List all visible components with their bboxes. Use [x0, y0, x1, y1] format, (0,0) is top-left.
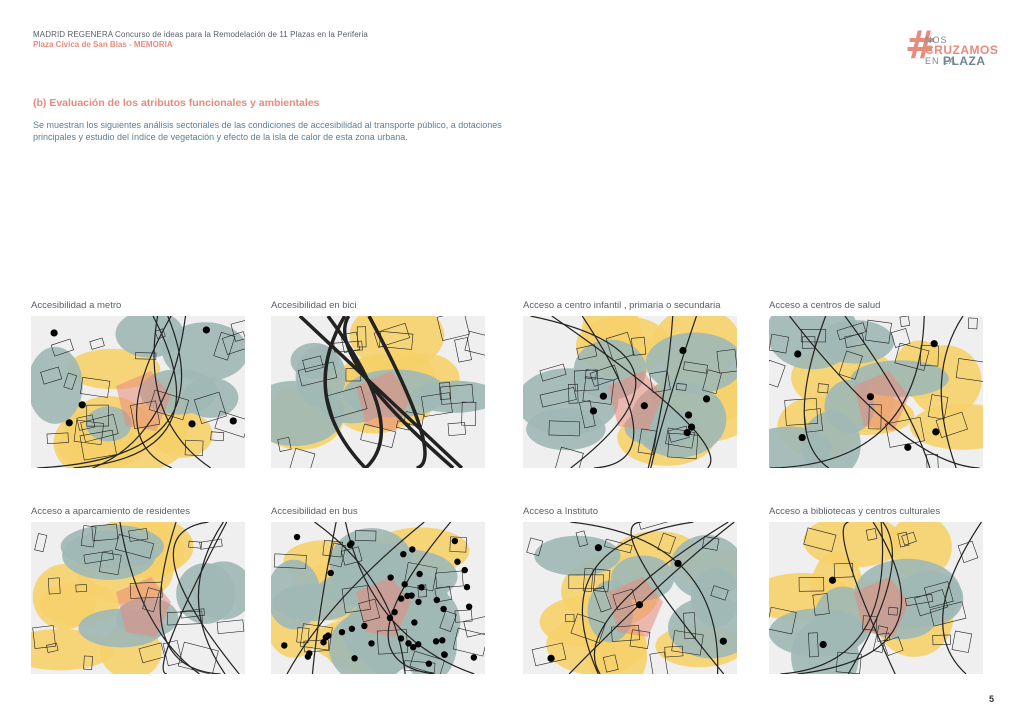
facility-dot — [819, 640, 827, 649]
facility-dot — [322, 634, 329, 641]
facility-dot — [425, 660, 433, 667]
map-label: Acceso a bibliotecas y centros culturale… — [769, 506, 941, 517]
facility-dot — [798, 433, 806, 442]
facility-dot — [719, 637, 727, 645]
facility-dot — [635, 601, 644, 609]
map-image — [271, 316, 485, 468]
facility-dot — [684, 411, 693, 419]
map-image — [271, 522, 485, 674]
facility-dot — [594, 544, 602, 552]
map-label: Acceso a centro infantil , primaria o se… — [523, 300, 721, 311]
facility-dot — [440, 605, 447, 613]
facility-dot — [293, 533, 301, 541]
facility-dot — [281, 642, 288, 649]
map-label: Accesibilidad a metro — [31, 300, 122, 311]
facility-dot — [828, 576, 837, 584]
map-image — [769, 316, 983, 468]
facility-dot — [640, 402, 648, 410]
facility-dot — [404, 592, 411, 600]
facility-dot — [454, 558, 461, 565]
facility-dot — [451, 537, 459, 545]
zone-teal — [534, 535, 621, 576]
map-image — [31, 316, 245, 468]
facility-dot — [465, 603, 473, 610]
facility-dot — [418, 584, 425, 591]
facility-dot — [409, 644, 417, 651]
facility-dot — [463, 583, 471, 591]
facility-dot — [904, 443, 912, 451]
facility-dot — [599, 392, 608, 400]
facility-dot — [304, 653, 312, 660]
facility-dot — [433, 596, 441, 604]
facility-dot — [391, 608, 398, 616]
facility-dot — [229, 417, 237, 425]
facility-dot — [397, 635, 405, 642]
facility-dot — [432, 638, 440, 645]
section-text: Se muestran los siguientes análisis sect… — [33, 120, 502, 142]
map-block-centro-infantil: Acceso a centro infantil , primaria o se… — [523, 300, 747, 468]
facility-dot — [400, 550, 407, 558]
map-block-metro: Accesibilidad a metro — [31, 300, 255, 468]
facility-dot — [338, 628, 346, 636]
map-label: Acceso a Instituto — [523, 506, 598, 517]
facility-dot — [794, 350, 802, 358]
facility-dot — [674, 559, 682, 568]
facility-dot — [386, 614, 394, 622]
facility-dot — [387, 574, 394, 581]
facility-dot — [348, 625, 356, 632]
map-image — [769, 522, 983, 674]
facility-dot — [78, 401, 86, 409]
map-block-bici: Accesibilidad en bici — [271, 300, 495, 468]
facility-dot — [368, 640, 375, 647]
facility-dot — [415, 598, 422, 606]
facility-dot — [188, 420, 196, 428]
facility-dot — [439, 637, 446, 644]
facility-dot — [679, 346, 687, 355]
facility-dot — [397, 595, 405, 602]
page-number: 5 — [988, 694, 994, 704]
logo-word-plaza: PLAZA — [943, 54, 986, 68]
section-title: (b) Evaluación de los atributos funciona… — [33, 97, 320, 109]
facility-dot — [351, 655, 358, 662]
facility-dot — [411, 619, 418, 626]
facility-dot — [930, 340, 938, 348]
logo: # NOS CRUZAMOS EN LA PLAZA — [905, 26, 1000, 70]
facility-dot — [348, 540, 355, 547]
map-label: Accesibilidad en bici — [271, 300, 357, 311]
map-image — [523, 316, 737, 468]
map-label: Acceso a aparcamiento de residentes — [31, 506, 190, 517]
map-label: Acceso a centros de salud — [769, 300, 881, 311]
map-image — [31, 522, 245, 674]
facility-dot — [683, 429, 691, 437]
facility-dot — [932, 428, 940, 436]
map-block-aparcamiento: Acceso a aparcamiento de residentes — [31, 506, 255, 674]
facility-dot — [470, 654, 478, 661]
zone-teal — [182, 377, 239, 418]
facility-dot — [416, 570, 423, 578]
facility-dot — [589, 407, 598, 415]
header-line1: MADRID REGENERA Concurso de ideas para l… — [33, 30, 368, 39]
facility-dot — [702, 395, 711, 403]
facility-dot — [361, 622, 368, 630]
zone-teal — [60, 524, 164, 569]
facility-dot — [440, 651, 448, 658]
facility-dot — [547, 654, 555, 662]
map-block-bus: Accesibilidad en bus — [271, 506, 495, 674]
header-line2: Plaza Cívica de San Blas - MEMORIA — [33, 40, 173, 49]
map-image — [523, 522, 737, 674]
facility-dot — [50, 329, 58, 337]
facility-dot — [202, 326, 210, 334]
map-block-centros-salud: Acceso a centros de salud — [769, 300, 993, 468]
map-block-instituto: Acceso a Instituto — [523, 506, 747, 674]
facility-dot — [409, 546, 416, 553]
map-block-bibliotecas: Acceso a bibliotecas y centros culturale… — [769, 506, 993, 674]
facility-dot — [401, 581, 408, 588]
facility-dot — [65, 419, 73, 427]
facility-dot — [461, 566, 468, 574]
map-label: Accesibilidad en bus — [271, 506, 358, 517]
facility-dot — [866, 393, 875, 401]
facility-dot — [327, 569, 334, 577]
